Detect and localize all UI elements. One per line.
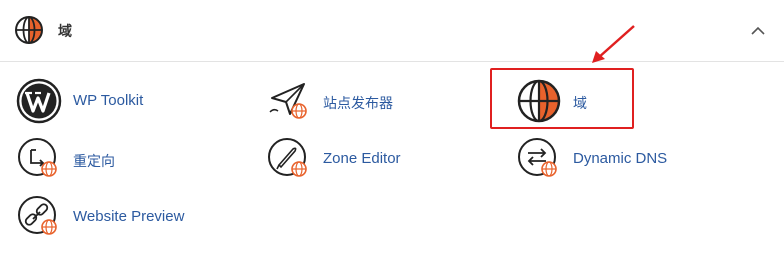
dynamic-dns-icon bbox=[518, 138, 557, 177]
section-header[interactable]: 域 bbox=[0, 0, 784, 62]
annotation-highlight-box bbox=[490, 68, 634, 129]
annotation-arrow-icon bbox=[592, 25, 635, 63]
tool-wp-toolkit[interactable]: WP Toolkit bbox=[16, 78, 246, 128]
chevron-up-icon[interactable] bbox=[748, 21, 768, 41]
tool-label: Website Preview bbox=[73, 208, 185, 225]
wordpress-icon bbox=[16, 78, 62, 124]
site-publisher-icon bbox=[269, 83, 307, 119]
tool-label: 重定向 bbox=[73, 154, 115, 170]
link-preview-icon bbox=[18, 196, 57, 235]
domains-panel: 域 WP Toolkit 站点发布器 域 重定向 Zone Editor Dyn… bbox=[0, 0, 784, 256]
tool-label: 站点发布器 bbox=[323, 96, 393, 112]
redirect-icon bbox=[18, 138, 57, 177]
tool-label: Zone Editor bbox=[323, 150, 401, 167]
tool-label: WP Toolkit bbox=[73, 92, 144, 109]
tool-website-preview[interactable]: Website Preview bbox=[16, 194, 246, 244]
tool-site-publisher[interactable]: 站点发布器 bbox=[266, 78, 496, 128]
tool-zone-editor[interactable]: Zone Editor bbox=[266, 136, 496, 186]
zone-editor-icon bbox=[268, 138, 307, 177]
section-title: 域 bbox=[58, 24, 72, 40]
globe-icon bbox=[15, 16, 43, 44]
tool-redirects[interactable]: 重定向 bbox=[16, 136, 246, 186]
tool-dynamic-dns[interactable]: Dynamic DNS bbox=[516, 136, 746, 186]
tool-label: Dynamic DNS bbox=[573, 150, 668, 167]
